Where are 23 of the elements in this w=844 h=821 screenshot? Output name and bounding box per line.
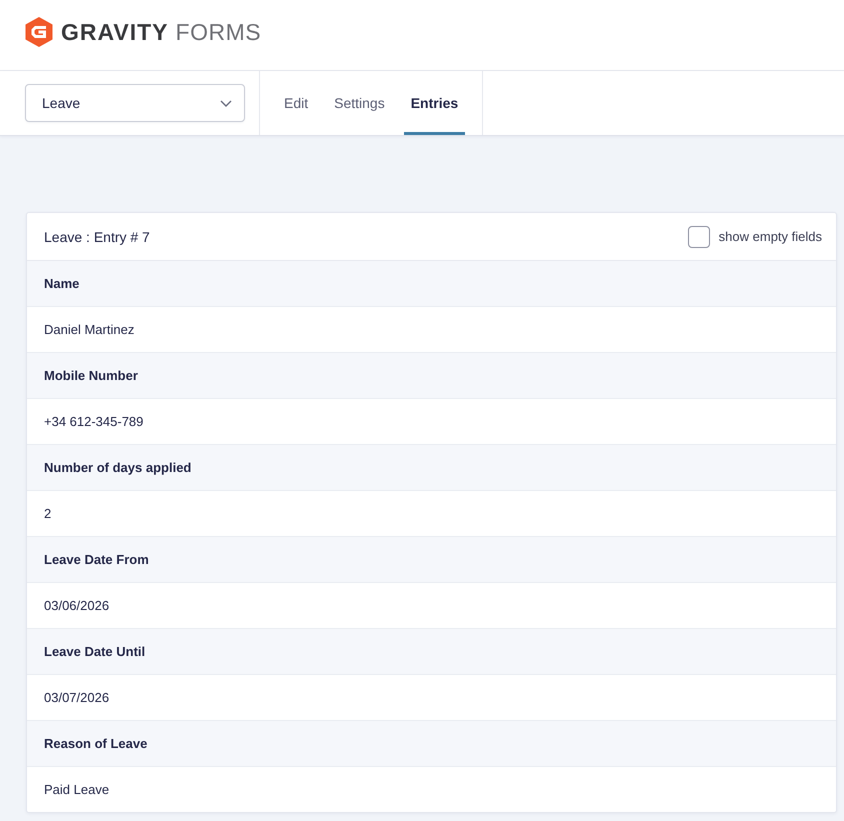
field-label: Leave Date From [44, 552, 149, 567]
field-label: Reason of Leave [44, 736, 148, 751]
field-label: Mobile Number [44, 368, 138, 383]
field-value: Daniel Martinez [44, 322, 134, 337]
logo-wordmark: GRAVITY [61, 18, 169, 46]
form-select-dropdown[interactable]: Leave [25, 84, 245, 122]
field-value: 03/06/2026 [44, 598, 110, 613]
field-value: +34 612-345-789 [44, 414, 144, 429]
field-value: Paid Leave [44, 782, 110, 797]
tab[interactable]: Edit [277, 71, 316, 135]
field-value: 03/07/2026 [44, 690, 110, 705]
field-value: 2 [44, 506, 52, 521]
checkbox[interactable] [688, 226, 710, 248]
hexagon-logo-icon [25, 17, 53, 47]
entry-title: Leave : Entry # 7 [44, 228, 150, 244]
field-label: Name [44, 276, 80, 291]
logo-wordmark: FORMS [176, 18, 262, 46]
chevron-down-icon [220, 100, 232, 106]
tab[interactable]: Settings [327, 71, 392, 135]
field-label: Number of days applied [44, 460, 192, 475]
tab[interactable]: Entries [404, 71, 466, 135]
checkbox-label[interactable]: show empty fields [718, 229, 822, 244]
field-label: Leave Date Until [44, 644, 146, 659]
